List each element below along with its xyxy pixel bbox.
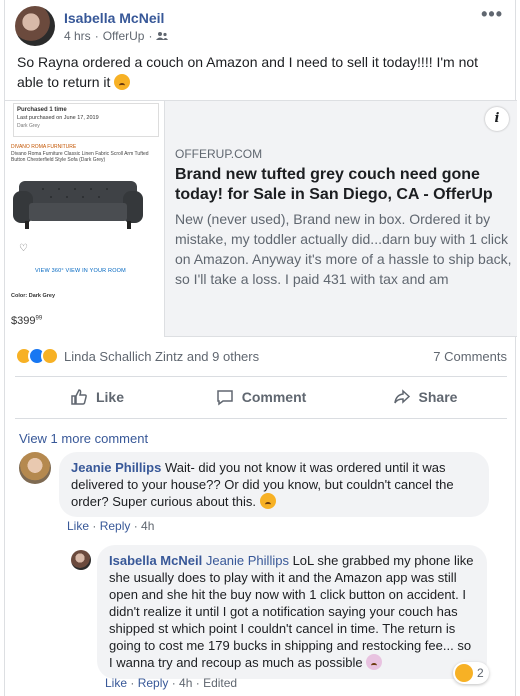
heart-icon: ♡ — [19, 243, 28, 254]
divider — [15, 376, 507, 377]
commenter-name[interactable]: Jeanie Phillips — [71, 460, 161, 475]
view-more-comments-link[interactable]: View 1 more comment — [19, 431, 148, 446]
link-title[interactable]: Brand new tufted grey couch need gone to… — [175, 165, 509, 205]
couch-image — [13, 181, 143, 229]
comment-label: Comment — [241, 389, 307, 405]
post-subline: 4 hrs · OfferUp · — [64, 29, 169, 43]
avatar[interactable] — [15, 6, 55, 46]
comment-actions: Like · Reply · 4h — [67, 519, 155, 533]
color-label: Color: Dark Grey — [11, 293, 56, 299]
share-label: Share — [418, 389, 458, 405]
like-label: Like — [95, 389, 124, 405]
divider — [15, 418, 507, 419]
link-description: New (never used), Brand new in box. Orde… — [175, 211, 512, 287]
comment-bubble: Jeanie Phillips Wait- did you not know i… — [59, 452, 489, 517]
link-preview[interactable]: Purchased 1 time Last purchased on June … — [5, 100, 517, 337]
post-text: So Rayna ordered a couch on Amazon and I… — [17, 52, 505, 92]
price-label: $39999 — [11, 315, 42, 327]
like-button[interactable]: Like — [15, 379, 179, 415]
reply-time[interactable]: 4h — [179, 676, 192, 690]
post-text-content: So Rayna ordered a couch on Amazon and I… — [17, 54, 479, 90]
reply-tag[interactable]: Jeanie Phillips — [206, 553, 289, 568]
info-icon[interactable]: i — [485, 107, 509, 131]
price-value: $399 — [11, 315, 36, 327]
reactions-bar: Linda Schallich Zintz and 9 others 7 Com… — [15, 344, 507, 368]
reply-actions: Like · Reply · 4h · Edited — [105, 676, 238, 690]
comment-like-link[interactable]: Like — [67, 519, 89, 533]
comment-time[interactable]: 4h — [141, 519, 154, 533]
comment-button[interactable]: Comment — [179, 379, 343, 415]
post-author[interactable]: Isabella McNeil — [64, 10, 168, 26]
wow-reaction-icon — [455, 664, 473, 682]
reply-bubble: Isabella McNeil Jeanie Phillips LoL she … — [97, 545, 487, 679]
share-arrow-icon — [393, 389, 410, 404]
variant-label: Dark Grey — [17, 123, 40, 129]
friends-icon — [156, 31, 169, 40]
post-card: Isabella McNeil 4 hrs · OfferUp · ••• So… — [4, 0, 517, 696]
share-button[interactable]: Share — [343, 379, 507, 415]
commenter-avatar[interactable] — [19, 452, 51, 484]
reply-author-name[interactable]: Isabella McNeil — [109, 553, 202, 568]
post-source[interactable]: OfferUp — [103, 29, 145, 43]
reply-reply-link[interactable]: Reply — [138, 676, 169, 690]
reply-avatar[interactable] — [71, 550, 91, 570]
thumbs-up-icon — [71, 389, 87, 405]
wow-reaction-icon[interactable] — [41, 347, 59, 365]
edited-label: Edited — [203, 676, 238, 690]
post-time[interactable]: 4 hrs — [64, 29, 91, 43]
action-bar: Like Comment Share — [15, 379, 507, 415]
brand-label: DIVANO ROMA FURNITURE — [11, 144, 77, 150]
link-domain: OFFERUP.COM — [175, 147, 263, 161]
comments-count[interactable]: 7 Comments — [433, 349, 507, 364]
product-label: Divano Roma Furniture Classic Linen Fabr… — [11, 151, 149, 163]
comment-icon — [216, 390, 233, 406]
purchased-label: Purchased 1 time — [17, 107, 67, 113]
grinning-emoji-icon — [259, 493, 276, 509]
view-options-label: VIEW 360° VIEW IN YOUR ROOM — [35, 268, 126, 274]
post-meta: Isabella McNeil 4 hrs · OfferUp · — [64, 10, 169, 43]
reply-reaction-badge[interactable]: 2 — [453, 662, 489, 684]
more-options-icon[interactable]: ••• — [481, 4, 503, 25]
person-emoji-icon — [366, 654, 383, 670]
link-thumbnail[interactable]: Purchased 1 time Last purchased on June … — [5, 101, 165, 337]
reply-reaction-count: 2 — [477, 666, 484, 680]
reply-like-link[interactable]: Like — [105, 676, 127, 690]
post-header: Isabella McNeil 4 hrs · OfferUp · — [15, 6, 169, 46]
reaction-names[interactable]: Linda Schallich Zintz and 9 others — [64, 349, 259, 364]
sad-emoji-icon — [114, 74, 131, 90]
price-cents: 99 — [35, 315, 43, 322]
last-purchased-label: Last purchased on June 17, 2019 — [17, 115, 99, 121]
comment-reply-link[interactable]: Reply — [100, 519, 131, 533]
reply-text: LoL she grabbed my phone like she usuall… — [109, 553, 474, 670]
